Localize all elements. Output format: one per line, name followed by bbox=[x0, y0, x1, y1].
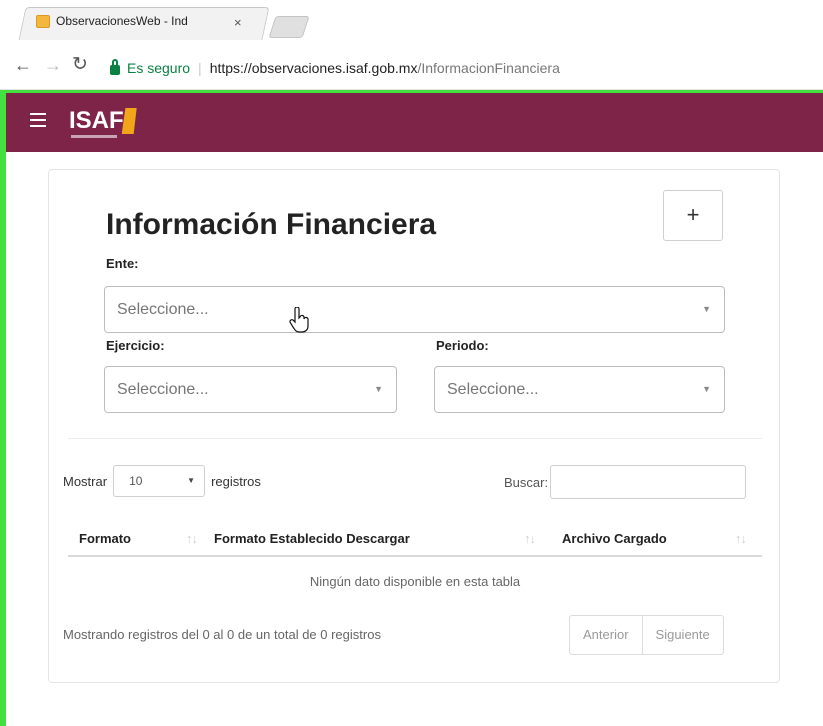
periodo-label: Periodo: bbox=[436, 338, 489, 353]
secure-label: Es seguro bbox=[127, 60, 191, 76]
browser-tab-content: ObservacionesWeb - Ind bbox=[36, 14, 188, 28]
page-length-control: Mostrar 10 ▼ registros bbox=[63, 465, 261, 497]
page-title: Información Financiera bbox=[106, 208, 437, 241]
logo-text: ISAF bbox=[69, 107, 124, 134]
previous-button[interactable]: Anterior bbox=[570, 616, 642, 654]
address-bar[interactable]: Es seguro | https://observaciones.isaf.g… bbox=[96, 50, 823, 86]
column-header-archivo-cargado[interactable]: Archivo Cargado bbox=[562, 531, 667, 546]
search-label: Buscar: bbox=[504, 474, 549, 490]
browser-toolbar: ← → ↻ Es seguro | https://observaciones.… bbox=[0, 46, 823, 90]
app-header: ISAF bbox=[6, 93, 823, 152]
new-tab-button[interactable] bbox=[268, 16, 310, 38]
section-divider bbox=[68, 438, 762, 439]
back-arrow-icon[interactable]: ← bbox=[14, 56, 32, 74]
show-label: Mostrar bbox=[63, 473, 108, 489]
chevron-down-icon: ▼ bbox=[702, 304, 711, 314]
ente-select-value: Seleccione... bbox=[117, 301, 209, 318]
folder-favicon-icon bbox=[36, 14, 50, 28]
browser-tabstrip: ObservacionesWeb - Ind × bbox=[0, 0, 823, 46]
logo-mark-icon bbox=[121, 108, 137, 134]
ejercicio-label: Ejercicio: bbox=[106, 338, 165, 353]
sort-icon[interactable]: ↑↓ bbox=[186, 531, 198, 546]
records-label: registros bbox=[211, 473, 261, 489]
table-empty-message: Ningún dato disponible en esta tabla bbox=[309, 574, 521, 589]
reload-icon[interactable]: ↻ bbox=[72, 55, 88, 74]
periodo-select-value: Seleccione... bbox=[447, 381, 539, 398]
ejercicio-select-value: Seleccione... bbox=[117, 381, 209, 398]
search-input[interactable] bbox=[550, 465, 747, 499]
hamburger-menu-icon[interactable] bbox=[30, 113, 46, 127]
chevron-down-icon: ▼ bbox=[702, 384, 711, 394]
column-header-formato[interactable]: Formato bbox=[79, 531, 131, 546]
pagination: Anterior Siguiente bbox=[569, 615, 724, 655]
forward-arrow-icon[interactable]: → bbox=[44, 56, 62, 74]
ente-label: Ente: bbox=[106, 256, 139, 271]
next-button[interactable]: Siguiente bbox=[641, 616, 723, 654]
isaf-logo[interactable]: ISAF bbox=[69, 107, 137, 138]
url-separator: | bbox=[198, 60, 202, 76]
column-header-formato-establecido[interactable]: Formato Establecido Descargar bbox=[214, 531, 410, 546]
logo-tagline bbox=[71, 135, 117, 138]
page-length-select[interactable]: 10 ▼ bbox=[113, 465, 206, 497]
chevron-down-icon: ▼ bbox=[187, 476, 195, 485]
lock-icon bbox=[110, 59, 120, 75]
chevron-down-icon: ▼ bbox=[374, 384, 383, 394]
ejercicio-select[interactable]: Seleccione... ▼ bbox=[104, 366, 397, 413]
url-path: /InformacionFinanciera bbox=[417, 60, 560, 76]
table-header-border bbox=[68, 555, 762, 557]
ente-select[interactable]: Seleccione... ▼ bbox=[104, 286, 725, 333]
table-search: Buscar: bbox=[504, 465, 747, 499]
url-host: https://observaciones.isaf.gob.mx bbox=[209, 60, 418, 76]
tab-close-icon[interactable]: × bbox=[234, 16, 242, 29]
add-button[interactable]: + bbox=[663, 190, 723, 241]
table-info: Mostrando registros del 0 al 0 de un tot… bbox=[63, 627, 381, 642]
tab-title: ObservacionesWeb - Ind bbox=[56, 14, 188, 28]
periodo-select[interactable]: Seleccione... ▼ bbox=[434, 366, 725, 413]
sort-icon[interactable]: ↑↓ bbox=[735, 531, 747, 546]
page-length-value: 10 bbox=[129, 474, 143, 488]
hand-pointer-icon bbox=[289, 307, 309, 333]
page-viewport: ISAF Información Financiera + Ente: Sele… bbox=[0, 90, 823, 726]
sort-icon[interactable]: ↑↓ bbox=[524, 531, 536, 546]
main-card: Información Financiera + Ente: Seleccion… bbox=[48, 169, 780, 683]
